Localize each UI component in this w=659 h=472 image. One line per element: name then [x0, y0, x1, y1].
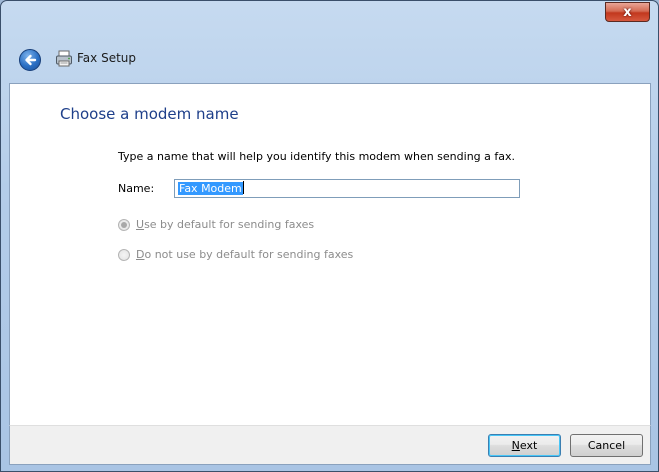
- do-not-use-default-radio[interactable]: Do not use by default for sending faxes: [118, 248, 353, 261]
- wizard-footer: Next Cancel: [9, 425, 651, 465]
- back-arrow-icon: [25, 54, 37, 66]
- name-label: Name:: [118, 182, 155, 195]
- back-button[interactable]: [19, 49, 41, 71]
- use-default-label: Use by default for sending faxes: [136, 218, 315, 231]
- page-heading: Choose a modem name: [60, 105, 239, 123]
- fax-icon: [56, 50, 72, 67]
- do-not-use-default-label: Do not use by default for sending faxes: [136, 248, 354, 261]
- radio-button[interactable]: [118, 218, 130, 231]
- radio-dot: [121, 221, 127, 228]
- modem-name-input[interactable]: Fax Modem: [174, 179, 520, 198]
- wizard-content: Choose a modem name Type a name that wil…: [9, 83, 651, 425]
- use-default-radio[interactable]: Use by default for sending faxes: [118, 218, 314, 231]
- fax-setup-window: x Fax Setup Choose a modem name Type a n…: [0, 0, 659, 472]
- next-button[interactable]: Next: [488, 434, 561, 457]
- close-icon: x: [623, 4, 632, 20]
- text-caret: [242, 181, 244, 194]
- close-button[interactable]: x: [605, 2, 650, 22]
- window-title: Fax Setup: [77, 51, 136, 65]
- instruction-text: Type a name that will help you identify …: [118, 150, 515, 163]
- selected-text: Fax Modem: [178, 182, 243, 195]
- radio-button[interactable]: [118, 248, 130, 261]
- cancel-button[interactable]: Cancel: [570, 434, 643, 457]
